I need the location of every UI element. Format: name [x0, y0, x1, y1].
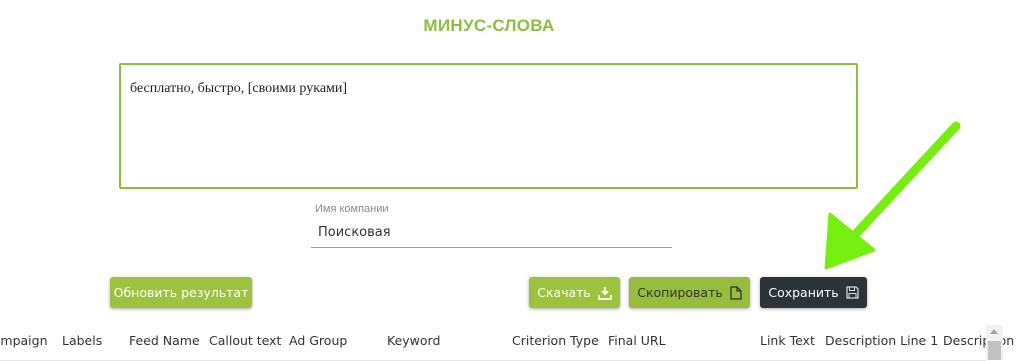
vertical-scrollbar[interactable] — [986, 325, 1003, 360]
column-header[interactable]: Callout text — [209, 333, 281, 348]
column-header[interactable]: Keyword — [387, 333, 440, 348]
results-table-header: Campaign Labels Feed Name Callout text A… — [0, 325, 1018, 361]
floppy-disk-icon — [846, 286, 859, 299]
refresh-result-button[interactable]: Обновить результат — [110, 277, 252, 308]
download-label: Скачать — [537, 285, 591, 300]
column-header[interactable]: Final URL — [608, 333, 666, 348]
download-icon — [597, 286, 612, 300]
campaign-name-label: Имя компании — [315, 203, 389, 215]
copy-button[interactable]: Скопировать — [629, 277, 750, 308]
column-header[interactable]: Labels — [62, 333, 102, 348]
refresh-result-label: Обновить результат — [113, 285, 249, 300]
save-button[interactable]: Сохранить — [760, 277, 867, 308]
column-header[interactable]: Feed Name — [129, 333, 200, 348]
campaign-name-input[interactable]: Поисковая — [311, 220, 672, 248]
save-label: Сохранить — [768, 285, 839, 300]
column-header[interactable]: Link Text — [760, 333, 815, 348]
negative-keywords-textarea[interactable]: бесплатно, быстро, [своими руками] — [119, 63, 858, 189]
file-icon — [730, 285, 742, 300]
column-header[interactable]: Campaign — [0, 333, 48, 348]
page-title: МИНУС-СЛОВА — [423, 16, 555, 35]
column-header[interactable]: Ad Group — [289, 333, 347, 348]
scroll-up-arrow-icon[interactable] — [990, 329, 998, 334]
scroll-thumb[interactable] — [988, 341, 1001, 360]
column-header[interactable]: Description Line 1 — [825, 333, 938, 348]
column-header[interactable]: Description Line 2 — [943, 333, 1018, 348]
copy-label: Скопировать — [637, 285, 723, 300]
column-header[interactable]: Criterion Type — [512, 333, 599, 348]
download-button[interactable]: Скачать — [529, 277, 620, 308]
